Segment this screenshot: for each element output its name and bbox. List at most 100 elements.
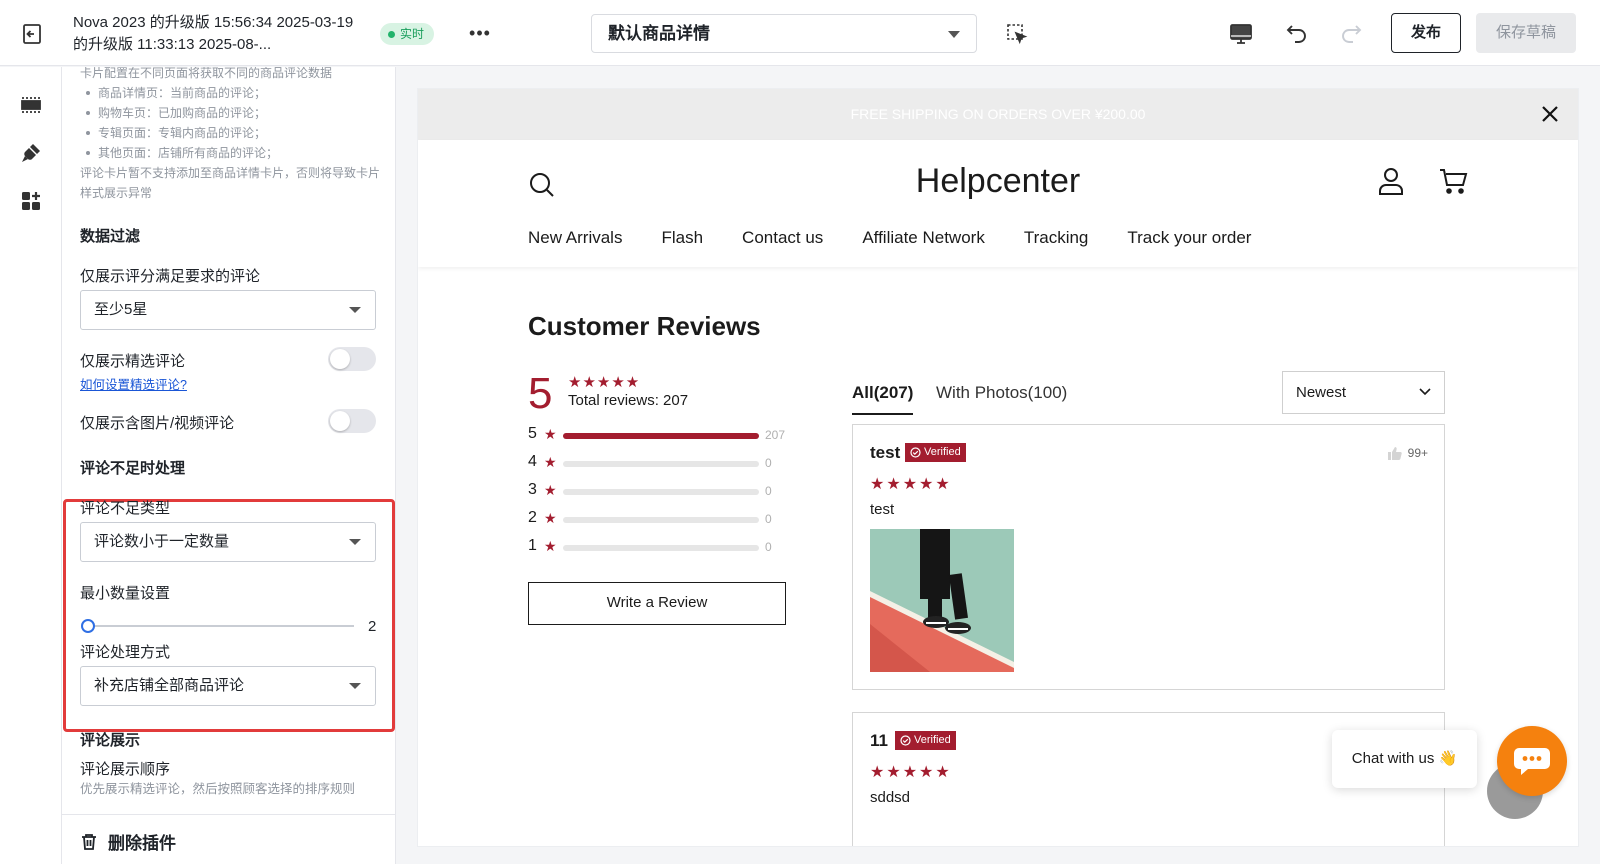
chat-launcher-button[interactable] <box>1497 726 1567 796</box>
close-icon[interactable] <box>1540 104 1560 124</box>
more-options-button[interactable]: ••• <box>467 20 493 46</box>
theme-brush-icon[interactable] <box>19 141 43 165</box>
handling-method-value: 补充店铺全部商品评论 <box>94 677 245 694</box>
review-text: test <box>870 501 895 518</box>
review-sort-select[interactable]: Newest <box>1282 371 1445 414</box>
check-circle-icon <box>900 735 911 746</box>
distribution-stars: 5 <box>528 425 537 442</box>
star-icon: ★ <box>544 454 557 470</box>
verified-label: Verified <box>924 446 961 458</box>
insufficient-type-value: 评论数小于一定数量 <box>94 533 230 550</box>
handling-method-select[interactable]: 补充店铺全部商品评论 <box>80 666 376 706</box>
distribution-stars: 2 <box>528 509 537 526</box>
element-select-icon[interactable] <box>1005 22 1029 46</box>
cart-icon[interactable] <box>1438 166 1468 196</box>
review-display-title: 评论展示 <box>80 732 141 749</box>
check-circle-icon <box>910 447 921 458</box>
chat-greeting-bubble[interactable]: Chat with us 👋 <box>1332 730 1477 788</box>
average-stars: ★★★★★ <box>568 374 641 391</box>
distribution-bar <box>563 545 759 551</box>
distribution-count: 0 <box>765 512 772 526</box>
like-button[interactable]: 99+ <box>1387 446 1428 460</box>
reviewer-name: test <box>870 443 901 462</box>
min-count-value: 2 <box>368 618 377 635</box>
tab-with-photos[interactable]: With Photos(100) <box>936 383 1067 403</box>
verified-badge: Verified <box>905 443 966 462</box>
distribution-row: 3 ★ 0 <box>528 481 798 501</box>
save-draft-button[interactable]: 保存草稿 <box>1476 13 1576 53</box>
announcement-text: FREE SHIPPING ON ORDERS OVER ¥200.00 <box>850 106 1146 122</box>
account-icon[interactable] <box>1376 166 1406 196</box>
distribution-count: 0 <box>765 484 772 498</box>
live-status-label: 实时 <box>400 27 425 41</box>
review-photo[interactable] <box>870 529 1014 672</box>
nav-item[interactable]: Tracking <box>1024 228 1089 248</box>
note-intro: 卡片配置在不同页面将获取不同的商品评论数据 <box>80 67 333 80</box>
insufficient-type-label: 评论不足类型 <box>80 500 171 517</box>
media-only-toggle[interactable] <box>328 409 376 433</box>
rating-filter-select[interactable]: 至少5星 <box>80 290 376 330</box>
note-item: 购物车页：已加购商品的评论； <box>80 103 380 123</box>
featured-help-link[interactable]: 如何设置精选评论? <box>80 374 187 393</box>
distribution-fill <box>563 433 759 439</box>
reviewer-name: 11 <box>870 731 888 750</box>
distribution-row: 4 ★ 0 <box>528 453 798 473</box>
write-review-button[interactable]: Write a Review <box>528 582 786 625</box>
document-title: Nova 2023 的升级版 15:56:34 2025-03-19 的升级版 … <box>73 14 354 53</box>
top-bar: Nova 2023 的升级版 15:56:34 2025-03-19 的升级版 … <box>0 0 1600 66</box>
publish-button[interactable]: 发布 <box>1391 13 1461 53</box>
apps-plugin-icon[interactable] <box>19 189 43 213</box>
star-icon: ★ <box>544 426 557 442</box>
chevron-down-icon <box>349 539 361 545</box>
chevron-down-icon <box>948 31 960 38</box>
note-item: 商品详情页：当前商品的评论； <box>80 83 380 103</box>
redo-icon[interactable] <box>1337 19 1365 47</box>
exit-editor-icon[interactable] <box>20 22 44 46</box>
main-navigation: New Arrivals Flash Contact us Affiliate … <box>528 228 1251 248</box>
rating-filter-label: 仅展示评分满足要求的评论 <box>80 268 261 285</box>
delete-plugin-label: 删除插件 <box>108 834 176 853</box>
distribution-stars: 4 <box>528 453 537 470</box>
nav-item[interactable]: New Arrivals <box>528 228 622 248</box>
distribution-count: 0 <box>765 456 772 470</box>
nav-item[interactable]: Track your order <box>1127 228 1251 248</box>
page-template-select[interactable]: 默认商品详情 <box>591 14 977 53</box>
handling-method-label: 评论处理方式 <box>80 644 171 661</box>
review-text: sddsd <box>870 789 911 806</box>
min-count-label: 最小数量设置 <box>80 585 171 602</box>
panel-footer: 删除插件 <box>62 814 395 864</box>
nav-item[interactable]: Contact us <box>742 228 823 248</box>
live-status-badge: 实时 <box>380 23 435 45</box>
note-item: 其他页面：店铺所有商品的评论； <box>80 143 380 163</box>
like-count: 99+ <box>1407 446 1428 460</box>
min-count-slider-thumb[interactable] <box>81 619 95 633</box>
delete-plugin-button[interactable]: 删除插件 <box>80 829 176 854</box>
media-only-label: 仅展示含图片/视频评论 <box>80 415 235 432</box>
nav-item[interactable]: Flash <box>661 228 703 248</box>
thumbs-up-icon <box>1387 447 1402 460</box>
tab-all-reviews[interactable]: All(207) <box>852 383 914 415</box>
plugin-settings-panel: 卡片配置在不同页面将获取不同的商品评论数据 商品详情页：当前商品的评论； 购物车… <box>62 67 396 864</box>
insufficient-type-select[interactable]: 评论数小于一定数量 <box>80 522 376 562</box>
review-card: test Verified 99+ ★★★★★ test <box>852 424 1445 690</box>
distribution-bar <box>563 517 759 523</box>
total-reviews: Total reviews: 207 <box>568 392 689 409</box>
page-data-note: 卡片配置在不同页面将获取不同的商品评论数据 商品详情页：当前商品的评论； 购物车… <box>80 67 380 203</box>
announcement-bar: FREE SHIPPING ON ORDERS OVER ¥200.00 <box>418 89 1578 140</box>
display-order-label: 评论展示顺序 <box>80 761 171 778</box>
star-icon: ★ <box>544 482 557 498</box>
distribution-bar <box>563 461 759 467</box>
star-icon: ★ <box>544 538 557 554</box>
min-count-slider-track[interactable] <box>86 625 354 627</box>
featured-only-toggle[interactable] <box>328 347 376 371</box>
nav-item[interactable]: Affiliate Network <box>862 228 985 248</box>
editor-icon-rail <box>0 67 62 864</box>
sections-icon[interactable] <box>19 93 43 117</box>
chevron-down-icon <box>1419 388 1431 396</box>
desktop-preview-icon[interactable] <box>1228 21 1254 47</box>
distribution-bar <box>563 433 759 439</box>
undo-icon[interactable] <box>1283 19 1311 47</box>
chat-bubble-icon <box>1514 748 1550 775</box>
rating-filter-value: 至少5星 <box>94 301 148 318</box>
display-order-desc: 优先展示精选评论，然后按照顾客选择的排序规则 <box>80 782 356 796</box>
